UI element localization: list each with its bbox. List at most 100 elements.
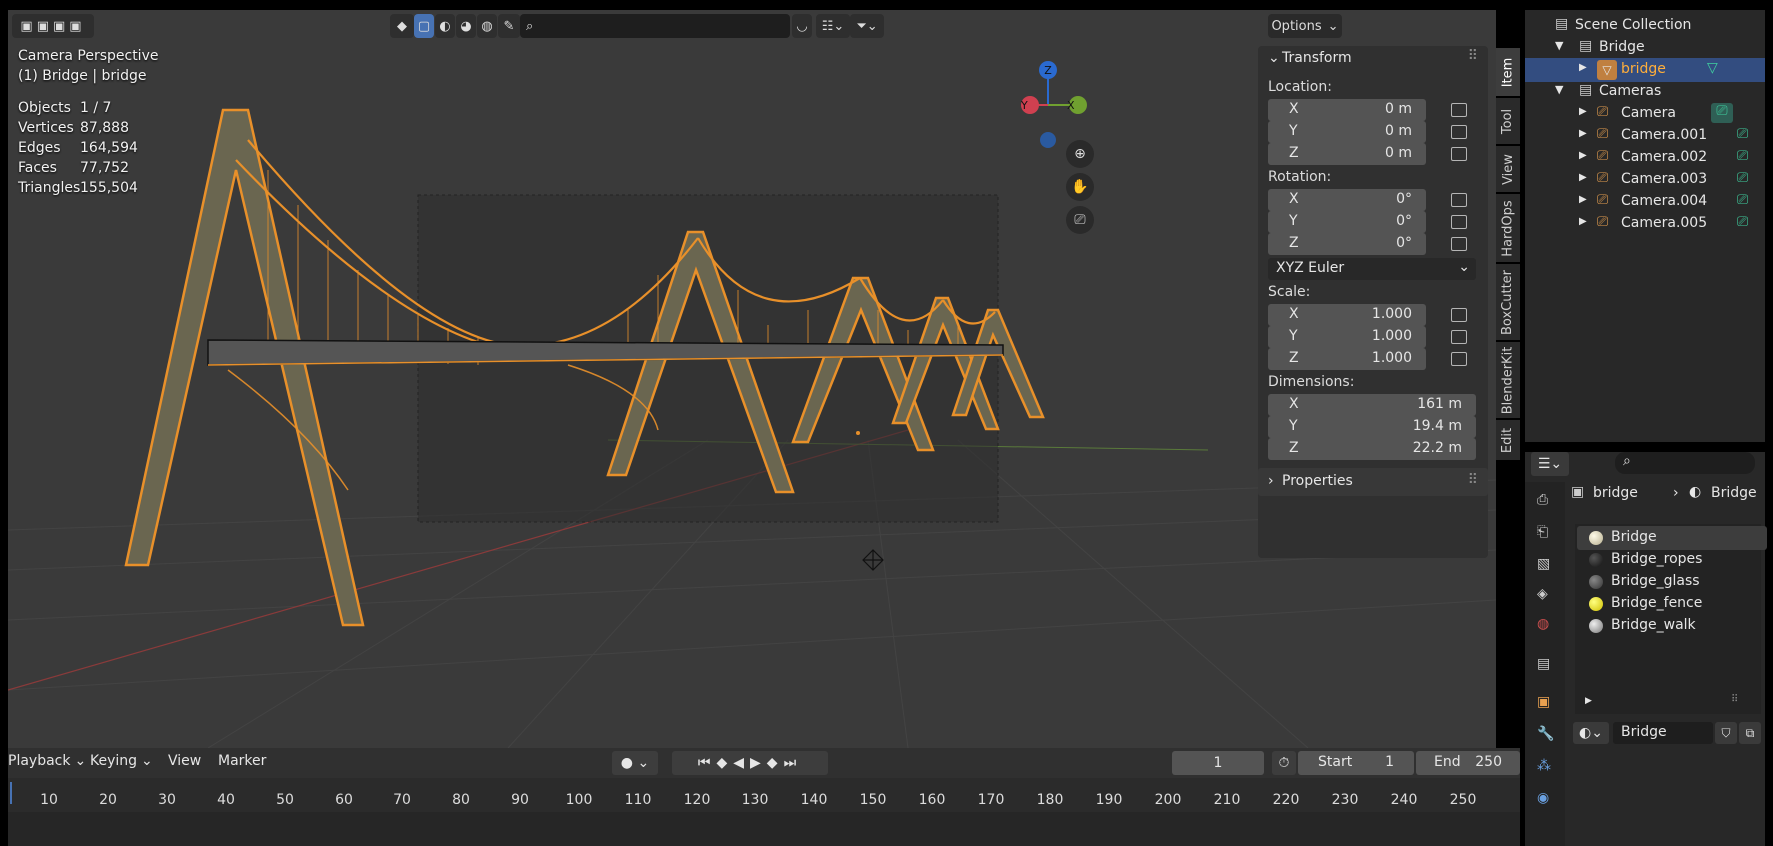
- pan-hand-icon[interactable]: ✋: [1066, 173, 1094, 201]
- material-slot-row[interactable]: Bridge_fence: [1577, 592, 1767, 616]
- start-frame-field[interactable]: Start 1: [1298, 751, 1414, 775]
- rotation-x-field[interactable]: X 0°: [1268, 189, 1426, 211]
- zoom-icon[interactable]: ⊕: [1066, 140, 1094, 168]
- tab-blenderkit[interactable]: BlenderKit: [1496, 342, 1520, 418]
- gizmo-toggle-icon[interactable]: ◆: [390, 14, 414, 38]
- tab-tool[interactable]: Tool: [1496, 98, 1520, 144]
- shading-rendered-icon[interactable]: ◍: [477, 14, 497, 38]
- lock-icon[interactable]: [1451, 330, 1467, 344]
- object-row-camera[interactable]: ▶ ⎚ Camera.003 ⎚: [1525, 168, 1765, 192]
- tab-edit[interactable]: Edit: [1496, 420, 1520, 460]
- expand-triangle-icon[interactable]: ▼: [1555, 39, 1563, 52]
- location-x-field[interactable]: X0 m: [1268, 99, 1426, 121]
- material-name-field[interactable]: Bridge: [1613, 722, 1713, 744]
- play-reverse-icon[interactable]: ◀: [733, 755, 750, 771]
- end-frame-field[interactable]: End 250: [1416, 751, 1520, 775]
- shading-material-icon[interactable]: ◕: [456, 14, 476, 38]
- drag-handle-icon[interactable]: ⠿: [1731, 694, 1738, 705]
- lock-icon[interactable]: [1451, 352, 1467, 366]
- lock-icon[interactable]: [1451, 147, 1467, 161]
- properties-subpanel-header[interactable]: › Properties ⠿: [1258, 468, 1488, 496]
- collection-row-bridge[interactable]: ▼ ▤ Bridge: [1525, 36, 1765, 60]
- expand-triangle-icon[interactable]: ▶: [1579, 106, 1587, 117]
- collection-row-cameras[interactable]: ▼ ▤ Cameras: [1525, 80, 1765, 104]
- current-frame-field[interactable]: 1: [1172, 751, 1264, 775]
- lock-icon[interactable]: [1451, 193, 1467, 207]
- view-layer-icon[interactable]: ▧: [1537, 556, 1550, 572]
- search-input[interactable]: ⌕: [520, 14, 790, 38]
- menu-keying[interactable]: Keying ⌄: [90, 753, 153, 769]
- camera-view-icon[interactable]: ⎚: [1066, 206, 1094, 234]
- timeline-track-area[interactable]: [8, 812, 1520, 846]
- menu-view[interactable]: View: [168, 753, 201, 769]
- object-row-bridge[interactable]: ▶ ▽ bridge ▽: [1525, 58, 1765, 82]
- editor-type-dropdown[interactable]: ☰⌄: [1531, 452, 1569, 476]
- expand-triangle-icon[interactable]: ▶: [1579, 216, 1587, 227]
- auto-keying-record-icon[interactable]: ● ⌄: [612, 751, 658, 775]
- fake-user-shield-icon[interactable]: ⛉: [1715, 722, 1737, 744]
- material-slot-row[interactable]: Bridge_glass: [1577, 570, 1767, 594]
- scene-collection-row[interactable]: ▤ Scene Collection: [1525, 14, 1765, 38]
- duplicate-icon[interactable]: ⧉: [1739, 722, 1761, 744]
- shading-wireframe-icon[interactable]: ▢: [414, 14, 434, 38]
- overlay-toggle-icon[interactable]: ◡: [792, 14, 812, 38]
- scene-icon[interactable]: ◈: [1537, 586, 1548, 602]
- lock-icon[interactable]: [1451, 103, 1467, 117]
- options-dropdown[interactable]: Options ⌄: [1268, 14, 1342, 38]
- lock-icon[interactable]: [1451, 237, 1467, 251]
- physics-icon[interactable]: ◉: [1537, 790, 1549, 806]
- object-row-camera[interactable]: ▶ ⎚ Camera ⎚: [1525, 102, 1765, 126]
- shading-solid-icon[interactable]: ◐: [435, 14, 455, 38]
- object-row-camera[interactable]: ▶ ⎚ Camera.002 ⎚: [1525, 146, 1765, 170]
- location-z-field[interactable]: Z0 m: [1268, 143, 1426, 165]
- prev-keyframe-icon[interactable]: ◆: [716, 755, 733, 771]
- next-keyframe-icon[interactable]: ◆: [767, 755, 784, 771]
- scale-z-field[interactable]: Z 1.000: [1268, 348, 1426, 370]
- playhead[interactable]: [10, 782, 12, 804]
- output-icon[interactable]: ⎗: [1537, 524, 1548, 540]
- dimensions-y-field[interactable]: Y 19.4 m: [1268, 416, 1476, 438]
- display-filter-icon[interactable]: ☷⌄: [816, 14, 850, 38]
- object-row-camera[interactable]: ▶ ⎚ Camera.001 ⎚: [1525, 124, 1765, 148]
- expand-triangle-icon[interactable]: ▼: [1555, 83, 1563, 96]
- tab-boxcutter[interactable]: BoxCutter: [1496, 264, 1520, 340]
- drag-handle-icon[interactable]: ⠿: [1468, 48, 1478, 64]
- filter-icon[interactable]: ⏷⌄: [850, 14, 884, 38]
- menu-playback[interactable]: Playback ⌄: [8, 753, 86, 769]
- rotation-y-field[interactable]: Y 0°: [1268, 211, 1426, 233]
- object-icon[interactable]: ▣: [1537, 694, 1550, 710]
- tab-hardops[interactable]: HardOps: [1496, 194, 1520, 262]
- object-row-camera[interactable]: ▶ ⎚ Camera.005 ⎚: [1525, 212, 1765, 236]
- scale-y-field[interactable]: Y 1.000: [1268, 326, 1426, 348]
- dimensions-z-field[interactable]: Z 22.2 m: [1268, 438, 1476, 460]
- lock-icon[interactable]: [1451, 215, 1467, 229]
- object-row-camera[interactable]: ▶ ⎚ Camera.004 ⎚: [1525, 190, 1765, 214]
- expand-triangle-icon[interactable]: ▶: [1579, 172, 1587, 183]
- modifier-wrench-icon[interactable]: 🔧: [1537, 726, 1554, 742]
- select-mode-buttons[interactable]: ▣▣▣▣: [12, 14, 94, 38]
- play-icon[interactable]: ▶: [750, 755, 767, 771]
- render-icon[interactable]: ⎙: [1537, 492, 1548, 508]
- navigation-gizmo[interactable]: Z Y X: [1010, 50, 1100, 150]
- stopwatch-icon[interactable]: ⏱: [1272, 751, 1296, 775]
- rotation-z-field[interactable]: Z 0°: [1268, 233, 1426, 255]
- particles-icon[interactable]: ⁂: [1537, 758, 1551, 774]
- transform-header[interactable]: ⌄ Transform ⠿: [1268, 46, 1478, 70]
- properties-search-input[interactable]: ⌕: [1615, 452, 1755, 474]
- material-slot-row[interactable]: Bridge_ropes: [1577, 548, 1767, 572]
- expand-triangle-icon[interactable]: ▶: [1579, 194, 1587, 205]
- collection-icon[interactable]: ▤: [1537, 656, 1550, 672]
- expand-triangle-icon[interactable]: ▶: [1579, 150, 1587, 161]
- jump-start-icon[interactable]: ⏮: [698, 755, 717, 771]
- material-browse-dropdown[interactable]: ◐⌄: [1573, 722, 1609, 744]
- playback-controls[interactable]: ⏮◆◀▶◆⏭: [672, 751, 828, 775]
- lock-icon[interactable]: [1451, 125, 1467, 139]
- brush-icon[interactable]: ✎: [498, 14, 520, 38]
- expand-triangle-icon[interactable]: ▶: [1585, 696, 1592, 706]
- lock-icon[interactable]: [1451, 308, 1467, 322]
- material-slot-row[interactable]: Bridge_walk: [1577, 614, 1767, 638]
- rotation-mode-dropdown[interactable]: XYZ Euler ⌄: [1268, 258, 1476, 280]
- tab-item[interactable]: Item: [1496, 48, 1520, 96]
- world-icon[interactable]: ◍: [1537, 616, 1549, 632]
- scale-x-field[interactable]: X 1.000: [1268, 304, 1426, 326]
